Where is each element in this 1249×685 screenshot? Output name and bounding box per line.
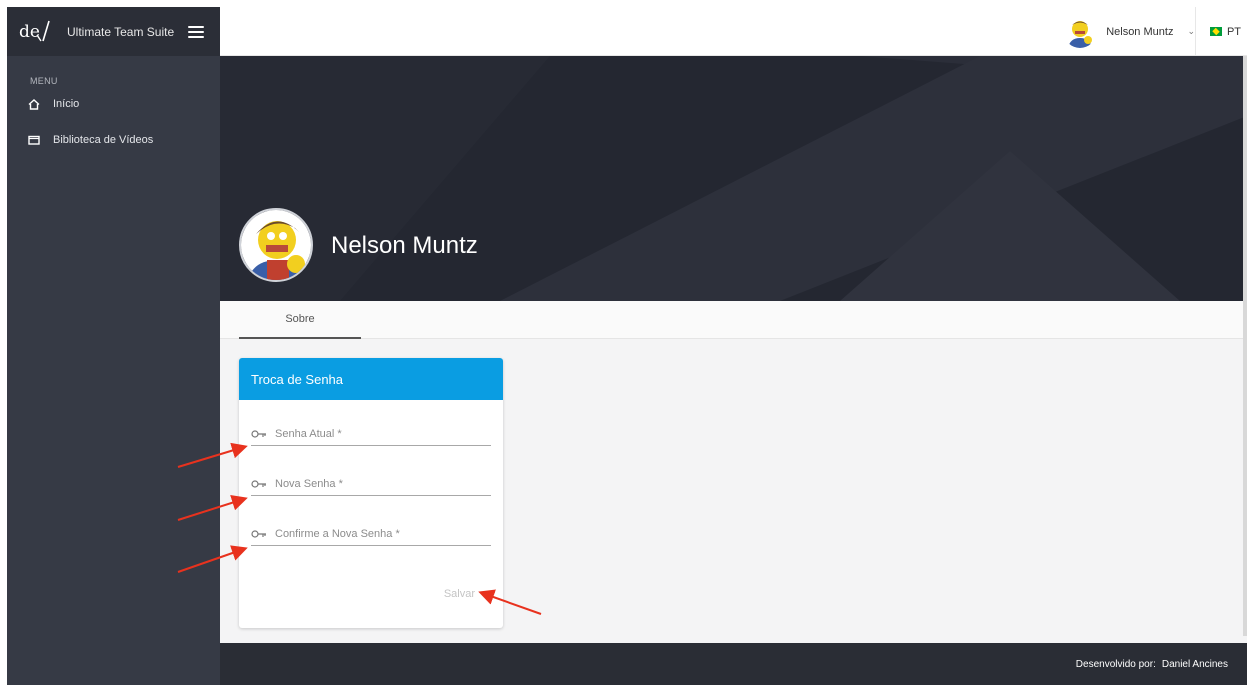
save-button[interactable]: Salvar (444, 588, 475, 600)
language-code: PT (1226, 25, 1241, 38)
footer-credit: Desenvolvido por: Daniel Ancines (1076, 643, 1228, 685)
sidebar: de Ultimate Team Suite MENU Início Bibli… (7, 7, 220, 685)
new-password-field[interactable] (251, 472, 491, 496)
key-icon (251, 529, 267, 539)
svg-text:de: de (19, 22, 40, 42)
brazil-flag-icon (1209, 27, 1222, 36)
main-content: Sobre Troca de Senha Salvar (220, 301, 1247, 643)
logo[interactable]: de (19, 17, 59, 47)
current-password-field[interactable] (251, 422, 491, 446)
key-icon (251, 429, 267, 439)
menu-label: MENU (30, 76, 58, 86)
profile-banner: Nelson Muntz (220, 56, 1247, 301)
footer-author: Daniel Ancines (1161, 658, 1228, 670)
profile-avatar (239, 208, 313, 282)
sidebar-item-inicio[interactable]: Início (7, 86, 220, 122)
current-password-input[interactable] (275, 427, 475, 440)
scrollbar[interactable] (1243, 56, 1247, 636)
home-icon (28, 98, 40, 110)
menu-toggle-icon[interactable] (188, 25, 205, 38)
profile-name: Nelson Muntz (331, 232, 478, 259)
language-selector[interactable]: PT (1209, 7, 1241, 56)
footer: Desenvolvido por: Daniel Ancines (220, 643, 1247, 685)
password-change-card: Troca de Senha Salvar (239, 358, 503, 628)
divider (1195, 7, 1196, 56)
card-title: Troca de Senha (239, 358, 503, 400)
app-frame: de Ultimate Team Suite MENU Início Bibli… (7, 7, 1247, 685)
sidebar-item-label: Início (53, 98, 80, 110)
confirm-password-field[interactable] (251, 522, 491, 546)
key-icon (251, 479, 267, 489)
new-password-input[interactable] (275, 477, 475, 490)
confirm-password-input[interactable] (275, 527, 475, 540)
footer-label: Desenvolvido por: (1075, 658, 1156, 670)
sidebar-item-biblioteca[interactable]: Biblioteca de Vídeos (7, 122, 220, 158)
film-icon (28, 134, 40, 146)
tab-bar: Sobre (220, 301, 1247, 339)
chevron-down-icon: ⌄ (1187, 26, 1195, 37)
app-title: Ultimate Team Suite (67, 24, 175, 39)
user-name: Nelson Muntz (1106, 25, 1174, 38)
brand-bar: de Ultimate Team Suite (7, 7, 220, 56)
top-bar: Nelson Muntz ⌄ PT (220, 7, 1247, 56)
avatar (1064, 15, 1097, 48)
user-menu[interactable]: Nelson Muntz ⌄ (1064, 7, 1195, 56)
sidebar-item-label: Biblioteca de Vídeos (53, 134, 154, 146)
tab-sobre[interactable]: Sobre (239, 301, 361, 339)
